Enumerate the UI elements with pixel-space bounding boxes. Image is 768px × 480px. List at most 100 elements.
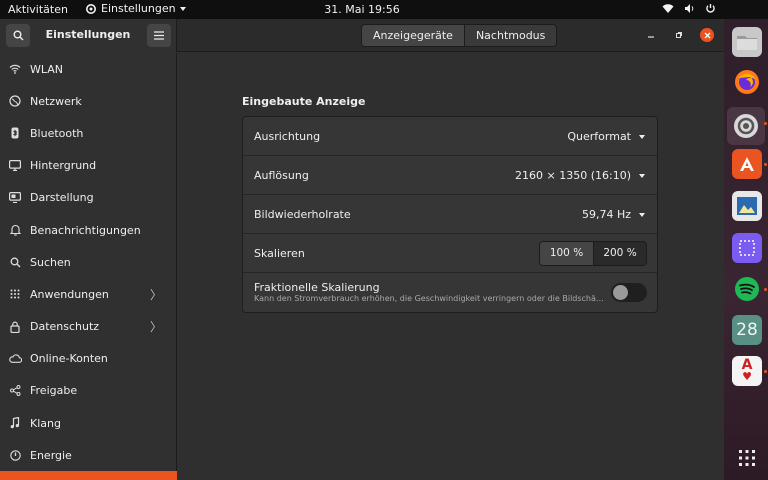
fractional-scaling-row: Fraktionelle Skalierung Kann den Stromve… xyxy=(243,273,657,312)
screenshot-icon[interactable] xyxy=(732,233,762,263)
refresh-rate-row[interactable]: Bildwiederholrate 59,74 Hz xyxy=(243,195,657,234)
fractional-scaling-label: Fraktionelle Skalierung xyxy=(254,281,380,294)
files-icon[interactable] xyxy=(732,27,762,57)
chevron-down-icon xyxy=(639,212,645,217)
window-title: Einstellungen xyxy=(45,28,131,41)
sidebar-item-label: Hintergrund xyxy=(30,159,97,173)
sidebar-item-wlan[interactable]: WLAN xyxy=(0,53,176,85)
share-icon xyxy=(0,385,30,397)
sidebar-item-label: Darstellung xyxy=(30,191,94,205)
calendar-icon[interactable]: 28 xyxy=(732,315,762,345)
firefox-icon[interactable] xyxy=(732,67,762,97)
settings-window: Einstellungen Anzeigegeräte Nachtmodus W… xyxy=(0,19,724,480)
appearance-icon xyxy=(0,192,30,204)
chevron-right-icon: 〉 xyxy=(149,287,162,302)
sidebar-item-label: Bluetooth xyxy=(30,126,84,140)
sidebar-item-label: Suchen xyxy=(30,255,71,269)
chevron-down-icon xyxy=(639,134,645,139)
fractional-scaling-switch[interactable] xyxy=(611,283,647,302)
orientation-row[interactable]: Ausrichtung Querformat xyxy=(243,117,657,156)
refresh-rate-dropdown[interactable]: 59,74 Hz xyxy=(582,208,645,221)
image-viewer-icon[interactable] xyxy=(732,191,762,221)
sidebar-item-anwendungen[interactable]: Anwendungen 〉 xyxy=(0,278,176,310)
heart-icon: ♥ xyxy=(742,370,752,383)
running-indicator xyxy=(764,370,767,373)
sidebar-item-label: Anwendungen xyxy=(30,287,109,301)
top-bar: Aktivitäten Einstellungen 31. Mai 19:56 xyxy=(0,0,768,19)
display-settings-list: Ausrichtung Querformat Auflösung 2160 × … xyxy=(242,116,658,313)
system-menu[interactable] xyxy=(662,3,716,14)
sidebar-item-label: Netzwerk xyxy=(30,94,82,108)
fractional-scaling-description: Kann den Stromverbrauch erhöhen, die Ges… xyxy=(254,294,604,303)
display-settings-panel: Eingebaute Anzeige Ausrichtung Querforma… xyxy=(178,53,724,480)
close-icon xyxy=(704,32,710,38)
maximize-button[interactable] xyxy=(672,28,686,42)
software-store-icon[interactable] xyxy=(732,149,762,179)
running-indicator xyxy=(764,163,767,166)
minimize-button[interactable] xyxy=(644,28,658,42)
scale-100-button[interactable]: 100 % xyxy=(540,242,593,265)
cloud-icon xyxy=(0,354,30,364)
orientation-label: Ausrichtung xyxy=(254,130,321,143)
resolution-label: Auflösung xyxy=(254,169,309,182)
sidebar-item-darstellung[interactable]: Darstellung xyxy=(0,182,176,214)
sidebar-item-bluetooth[interactable]: Bluetooth xyxy=(0,117,176,149)
sidebar-item-label: Freigabe xyxy=(30,384,78,398)
scale-label: Skalieren xyxy=(254,247,305,260)
solitaire-icon[interactable]: A ♥ xyxy=(732,356,762,386)
sidebar-item-benachrichtigungen[interactable]: Benachrichtigungen xyxy=(0,214,176,246)
section-title: Eingebaute Anzeige xyxy=(242,95,366,108)
orientation-dropdown[interactable]: Querformat xyxy=(567,130,645,143)
running-indicator xyxy=(764,288,767,291)
show-apps-icon[interactable] xyxy=(732,443,762,473)
sidebar-item-hintergrund[interactable]: Hintergrund xyxy=(0,150,176,182)
apps-grid-icon xyxy=(0,289,30,299)
hamburger-menu-icon xyxy=(154,31,164,40)
sidebar-item-netzwerk[interactable]: Netzwerk xyxy=(0,85,176,117)
clock[interactable]: 31. Mai 19:56 xyxy=(0,3,724,16)
wifi-status-icon xyxy=(662,4,674,13)
resolution-value: 2160 × 1350 (16:10) xyxy=(515,169,631,182)
sidebar-item-label: Benachrichtigungen xyxy=(30,223,141,237)
resolution-row[interactable]: Auflösung 2160 × 1350 (16:10) xyxy=(243,156,657,195)
sidebar-item-online-konten[interactable]: Online-Konten xyxy=(0,343,176,375)
running-indicator xyxy=(764,122,767,125)
refresh-rate-value: 59,74 Hz xyxy=(581,208,631,221)
bluetooth-icon xyxy=(0,127,30,139)
tab-nachtmodus[interactable]: Nachtmodus xyxy=(463,25,557,46)
network-icon xyxy=(0,95,30,107)
spotify-icon[interactable] xyxy=(732,274,762,304)
chevron-right-icon: 〉 xyxy=(149,320,162,335)
menu-button[interactable] xyxy=(147,24,171,47)
sidebar-item-label: WLAN xyxy=(30,62,64,76)
sidebar-header: Einstellungen xyxy=(0,19,177,52)
background-icon xyxy=(0,160,30,172)
scale-row: Skalieren 100 % 200 % xyxy=(243,234,657,273)
restore-icon xyxy=(676,32,682,38)
sidebar-item-energie[interactable]: Energie xyxy=(0,439,176,471)
sidebar-item-datenschutz[interactable]: Datenschutz 〉 xyxy=(0,311,176,343)
minimize-icon xyxy=(648,36,654,38)
settings-icon[interactable] xyxy=(727,107,765,145)
search-icon xyxy=(13,30,23,41)
search-icon xyxy=(0,257,30,268)
sidebar-item-label: Klang xyxy=(30,416,61,430)
header-bar: Einstellungen Anzeigegeräte Nachtmodus xyxy=(0,19,724,52)
music-note-icon xyxy=(0,417,30,429)
scale-200-button[interactable]: 200 % xyxy=(593,242,646,265)
close-button[interactable] xyxy=(700,28,714,42)
sidebar-item-label: Datenschutz xyxy=(30,320,100,334)
resolution-dropdown[interactable]: 2160 × 1350 (16:10) xyxy=(515,169,645,182)
dock: 28 A ♥ xyxy=(724,19,768,480)
selected-item-indicator xyxy=(0,471,177,480)
power-status-icon xyxy=(706,4,715,13)
scale-toggle-group: 100 % 200 % xyxy=(539,241,647,266)
sidebar-item-freigabe[interactable]: Freigabe xyxy=(0,375,176,407)
chevron-down-icon xyxy=(639,173,645,178)
search-button[interactable] xyxy=(6,24,30,47)
orientation-value: Querformat xyxy=(567,130,631,143)
tab-anzeigegeraete[interactable]: Anzeigegeräte xyxy=(362,25,464,46)
sidebar: WLAN Netzwerk Bluetooth Hintergrund Dars… xyxy=(0,53,177,480)
sidebar-item-klang[interactable]: Klang xyxy=(0,407,176,439)
sidebar-item-suchen[interactable]: Suchen xyxy=(0,246,176,278)
